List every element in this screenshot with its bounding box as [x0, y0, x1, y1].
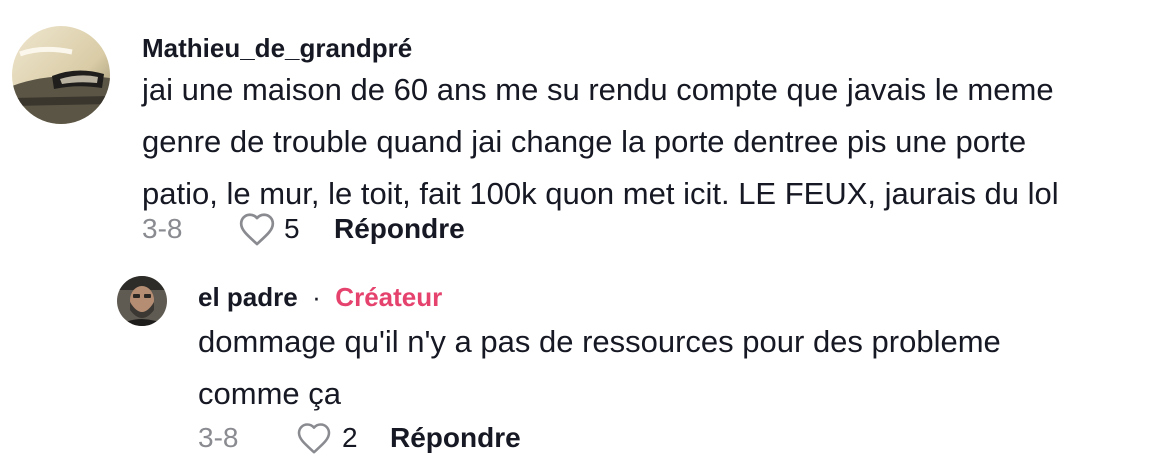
like-count: 5: [284, 213, 300, 244]
reply-text-line: dommage qu'il n'y a pas de ressources po…: [198, 324, 1001, 359]
separator-dot: ·: [304, 282, 329, 312]
comment-text-line: genre de trouble quand jai change la por…: [142, 124, 1027, 159]
comment-text-line: jai une maison de 60 ans me su rendu com…: [142, 72, 1054, 107]
reply-text: dommage qu'il n'y a pas de ressources po…: [198, 316, 1138, 420]
reply-text-line: comme ça: [198, 376, 341, 411]
comment-username[interactable]: Mathieu_de_grandpré: [142, 33, 412, 64]
reply-header: el padre · Créateur: [198, 282, 442, 313]
comment-date: 3-8: [142, 213, 183, 244]
reply-meta: 3-8 2 Répondre: [198, 418, 521, 458]
reply-date: 3-8: [198, 422, 239, 453]
heart-outline-icon: [297, 423, 331, 454]
heart-outline-icon: [239, 213, 275, 246]
creator-badge: Créateur: [335, 282, 443, 312]
like-button[interactable]: 2: [296, 421, 390, 455]
like-count: 2: [342, 422, 358, 453]
like-button[interactable]: 5: [238, 211, 334, 247]
car-headlight-avatar-icon: [12, 26, 110, 124]
comment-text: jai une maison de 60 ans me su rendu com…: [142, 64, 1142, 220]
bearded-man-avatar-icon: [117, 276, 167, 326]
reply-button[interactable]: Répondre: [390, 422, 521, 454]
reply-username[interactable]: el padre: [198, 282, 298, 312]
comment-meta: 3-8 5 Répondre: [142, 207, 465, 251]
avatar[interactable]: [12, 26, 110, 124]
reply-button[interactable]: Répondre: [334, 213, 465, 245]
avatar[interactable]: [117, 276, 167, 326]
